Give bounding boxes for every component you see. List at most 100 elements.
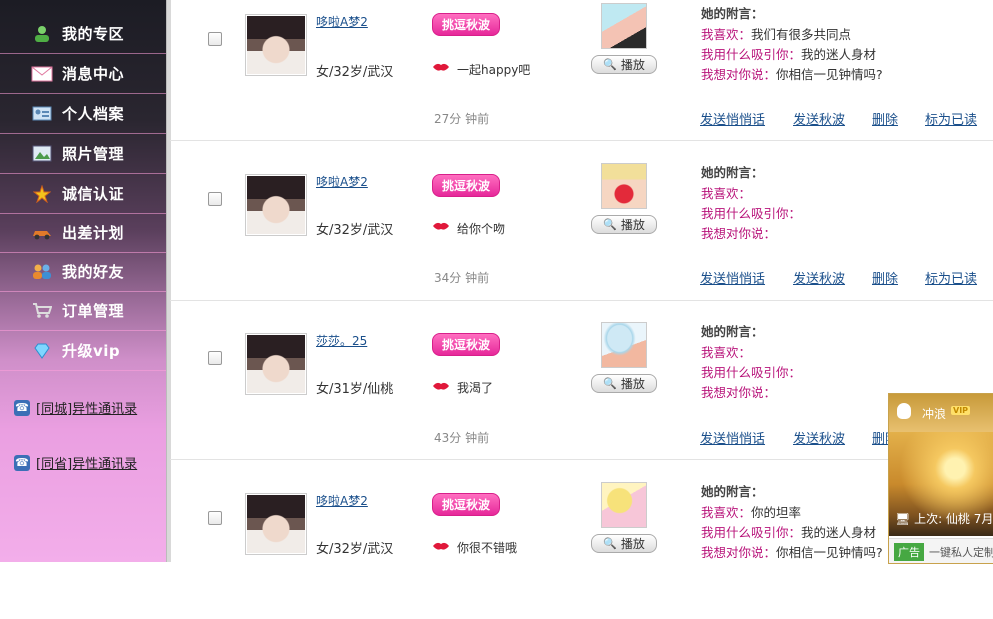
sidebar-item-label: 我的专区 bbox=[62, 25, 125, 43]
magnifier-icon: 🔍 bbox=[603, 537, 617, 550]
sidebar-item-verification[interactable]: 诚信认证 bbox=[0, 174, 166, 214]
send-wink-link[interactable]: 发送秋波 bbox=[793, 268, 845, 287]
delete-link[interactable]: 删除 bbox=[872, 268, 898, 287]
mark-read-link[interactable]: 标为已读 bbox=[925, 109, 977, 128]
note-like: 我喜欢：我们有很多共同点 bbox=[701, 27, 852, 42]
wink-animation-thumb bbox=[601, 482, 647, 528]
play-button[interactable]: 🔍 播放 bbox=[591, 55, 657, 74]
user-info: 女/32岁/武汉 bbox=[316, 223, 394, 238]
wink-badge: 挑逗秋波 bbox=[432, 333, 500, 356]
sidebar-item-orders[interactable]: 订单管理 bbox=[0, 291, 166, 331]
avatar[interactable] bbox=[245, 493, 307, 555]
username-link[interactable]: 哆啦A梦2 bbox=[316, 13, 368, 30]
note-like: 我喜欢： bbox=[701, 186, 752, 201]
note-title: 她的附言： bbox=[701, 484, 764, 499]
wink-animation-thumb bbox=[601, 163, 647, 209]
note-attract: 我用什么吸引你： bbox=[701, 365, 802, 380]
popup-footer: 广告 一键私人定制 bbox=[889, 538, 993, 563]
username-link[interactable]: 哆啦A梦2 bbox=[316, 492, 368, 509]
sidebar-item-label: 订单管理 bbox=[62, 302, 125, 320]
mark-read-link[interactable]: 标为已读 bbox=[925, 268, 977, 287]
sidebar-item-messages[interactable]: 消息中心 bbox=[0, 54, 166, 94]
wink-badge: 挑逗秋波 bbox=[432, 493, 500, 516]
monitor-icon: 🖥 bbox=[895, 512, 911, 526]
delete-link[interactable]: 删除 bbox=[872, 109, 898, 128]
magnifier-icon: 🔍 bbox=[603, 58, 617, 71]
message-row: 莎莎。25 女/31岁/仙桃 挑逗秋波 我渴了 43分 钟前 🔍 播放 她的附言：… bbox=[170, 299, 993, 460]
user-info: 女/31岁/仙桃 bbox=[316, 382, 394, 397]
photo-icon bbox=[31, 145, 53, 163]
send-whisper-link[interactable]: 发送悄悄话 bbox=[700, 268, 765, 287]
note-title: 她的附言： bbox=[701, 324, 764, 339]
sidebar-item-label: 诚信认证 bbox=[62, 185, 125, 203]
note-say: 我想对你说： bbox=[701, 385, 777, 400]
sidebar-item-profile[interactable]: 个人档案 bbox=[0, 94, 166, 134]
last-login-text: 🖥 上次: 仙桃 7月 bbox=[895, 512, 993, 526]
select-checkbox[interactable] bbox=[208, 511, 222, 525]
note-attract: 我用什么吸引你： bbox=[701, 206, 802, 221]
note-like: 我喜欢： bbox=[701, 345, 752, 360]
send-wink-link[interactable]: 发送秋波 bbox=[793, 109, 845, 128]
ad-badge: 广告 bbox=[894, 543, 924, 561]
sidebar-item-label: 消息中心 bbox=[62, 65, 125, 83]
note-title: 她的附言： bbox=[701, 165, 764, 180]
note-like: 我喜欢：你的坦率 bbox=[701, 505, 802, 520]
ad-link[interactable]: 一键私人定制 bbox=[929, 544, 993, 560]
username-link[interactable]: 哆啦A梦2 bbox=[316, 173, 368, 190]
lips-icon bbox=[433, 382, 449, 390]
select-checkbox[interactable] bbox=[208, 351, 222, 365]
same-city-contacts-link[interactable]: ☎ [同城]异性通讯录 bbox=[14, 398, 137, 417]
wink-message: 一起happy吧 bbox=[457, 63, 531, 77]
play-button[interactable]: 🔍 播放 bbox=[591, 374, 657, 393]
sidebar-item-label: 升级vip bbox=[62, 342, 121, 360]
sidebar-item-label: 个人档案 bbox=[62, 105, 125, 123]
sidebar: 我的专区 消息中心 个人档案 照片管理 诚信认证 出差计划 我的好友 订单管理 … bbox=[0, 0, 166, 562]
send-wink-link[interactable]: 发送秋波 bbox=[793, 428, 845, 447]
play-button[interactable]: 🔍 播放 bbox=[591, 215, 657, 234]
select-checkbox[interactable] bbox=[208, 32, 222, 46]
note-attract: 我用什么吸引你：我的迷人身材 bbox=[701, 47, 877, 62]
avatar[interactable] bbox=[245, 14, 307, 76]
magnifier-icon: 🔍 bbox=[603, 377, 617, 390]
avatar[interactable] bbox=[245, 333, 307, 395]
select-checkbox[interactable] bbox=[208, 192, 222, 206]
send-whisper-link[interactable]: 发送悄悄话 bbox=[700, 109, 765, 128]
sidebar-item-label: 我的好友 bbox=[62, 263, 125, 281]
timestamp: 43分 钟前 bbox=[434, 431, 490, 445]
wink-animation-thumb bbox=[601, 3, 647, 49]
wink-badge: 挑逗秋波 bbox=[432, 13, 500, 36]
send-whisper-link[interactable]: 发送悄悄话 bbox=[700, 428, 765, 447]
note-say: 我想对你说：你相信一见钟情吗? bbox=[701, 67, 883, 82]
note-say: 我想对你说：你相信一见钟情吗? bbox=[701, 545, 883, 560]
lips-icon bbox=[433, 542, 449, 550]
diamond-icon bbox=[31, 342, 53, 360]
user-icon bbox=[31, 25, 53, 43]
username-link[interactable]: 莎莎。25 bbox=[316, 332, 367, 349]
envelope-icon bbox=[31, 65, 53, 83]
sidebar-item-upgrade-vip[interactable]: 升级vip bbox=[0, 331, 166, 371]
popup-brand: 冲浪 bbox=[922, 407, 947, 421]
timestamp: 34分 钟前 bbox=[434, 271, 490, 285]
sidebar-item-travel[interactable]: 出差计划 bbox=[0, 213, 166, 253]
star-badge-icon bbox=[31, 184, 53, 203]
sidebar-item-label: 出差计划 bbox=[62, 224, 125, 242]
same-province-contacts-link[interactable]: ☎ [同省]异性通讯录 bbox=[14, 453, 137, 472]
sidebar-item-my-zone[interactable]: 我的专区 bbox=[0, 14, 166, 54]
qq-login-popup[interactable]: 冲浪 VIP 🖥 上次: 仙桃 7月 广告 一键私人定制 bbox=[888, 393, 993, 564]
wink-badge: 挑逗秋波 bbox=[432, 174, 500, 197]
sidebar-item-friends[interactable]: 我的好友 bbox=[0, 252, 166, 292]
wink-message: 你很不错哦 bbox=[457, 541, 518, 555]
sidebar-item-label: 照片管理 bbox=[62, 145, 125, 163]
note-attract: 我用什么吸引你：我的迷人身材 bbox=[701, 525, 877, 540]
message-row: 哆啦A梦2 女/32岁/武汉 挑逗秋波 你很不错哦 🔍 播放 她的附言： 我喜欢：… bbox=[170, 459, 993, 619]
cart-icon bbox=[31, 302, 53, 320]
contacts-icon: ☎ bbox=[14, 399, 30, 416]
contacts-icon: ☎ bbox=[14, 454, 30, 471]
play-button[interactable]: 🔍 播放 bbox=[591, 534, 657, 553]
avatar[interactable] bbox=[245, 174, 307, 236]
wink-animation-thumb bbox=[601, 322, 647, 368]
id-card-icon bbox=[31, 105, 53, 123]
message-row: 哆啦A梦2 女/32岁/武汉 挑逗秋波 给你个吻 34分 钟前 🔍 播放 她的附言… bbox=[170, 140, 993, 301]
vip-badge: VIP bbox=[951, 406, 971, 415]
sidebar-item-photos[interactable]: 照片管理 bbox=[0, 134, 166, 174]
